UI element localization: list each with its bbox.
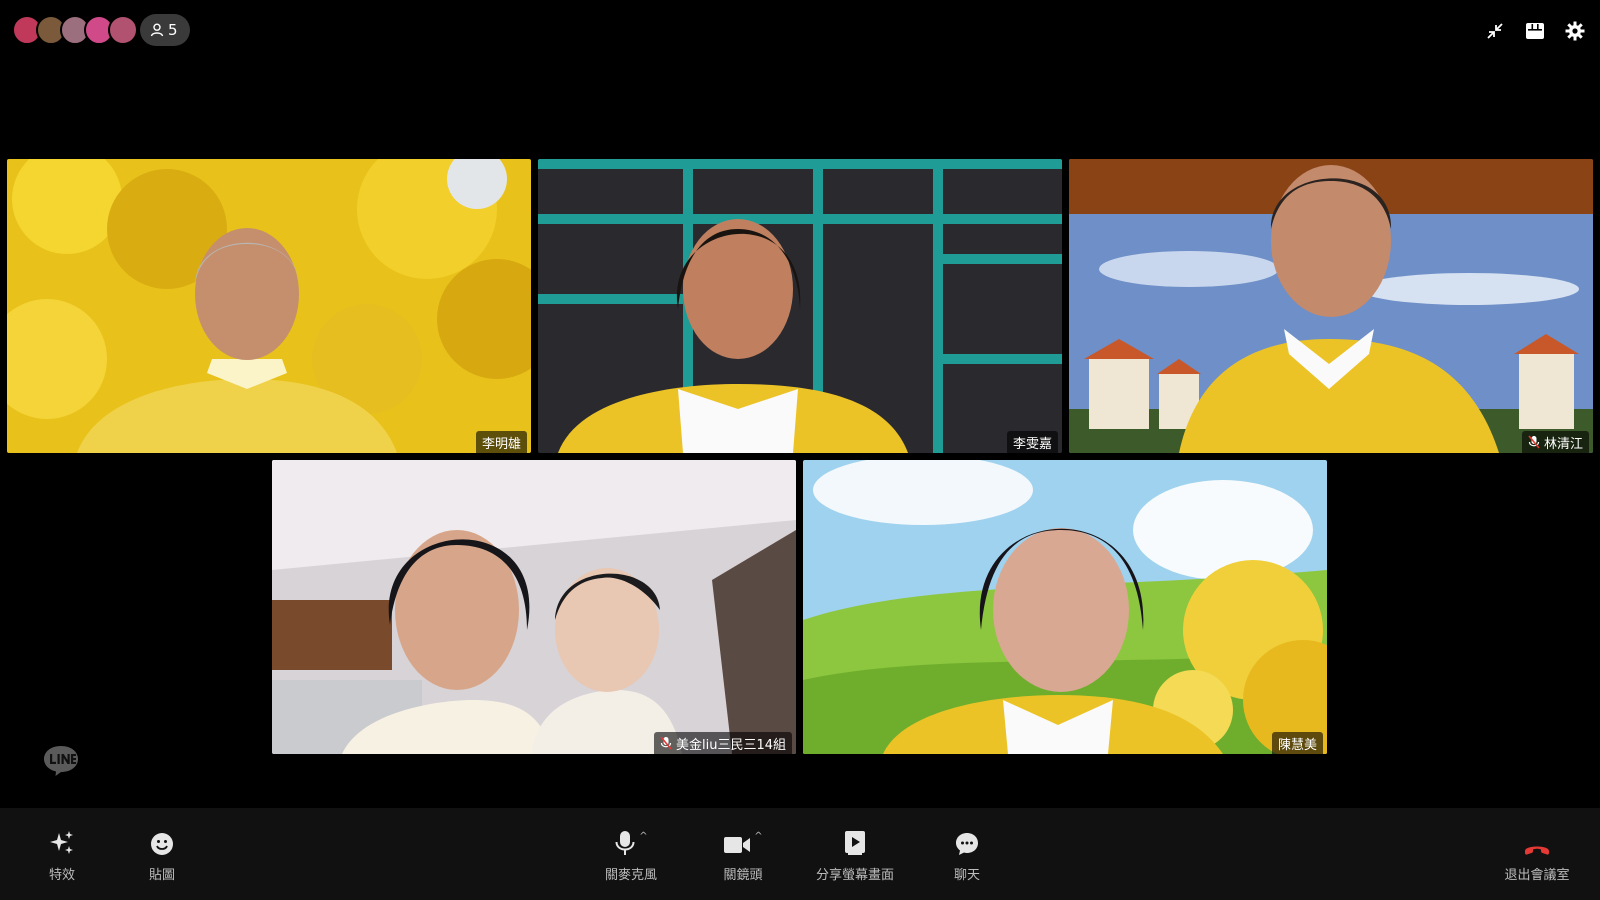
grid-layout-icon (1526, 23, 1544, 39)
meeting-toolbar: 特效 貼圖 ^ 關麥克風 ^ 關鏡頭 分享螢幕畫面 聊天 退出會議室 (0, 808, 1600, 900)
participant-video (7, 159, 531, 453)
participant-name-tag: 李雯嘉 (1006, 431, 1058, 453)
participant-video (803, 460, 1327, 754)
smiley-icon (151, 833, 173, 855)
participant-name-tag: 陳慧美 (1271, 732, 1323, 754)
collapse-icon (1487, 23, 1503, 39)
stickers-button[interactable]: 貼圖 (112, 828, 212, 883)
participant-avatars[interactable]: 5 (12, 14, 190, 46)
person-icon (150, 23, 164, 37)
camera-toggle-button[interactable]: ^ 關鏡頭 (693, 828, 793, 884)
participant-count-button[interactable]: 5 (140, 14, 190, 46)
chevron-up-icon[interactable]: ^ (639, 832, 647, 842)
avatar (108, 15, 138, 45)
share-screen-button[interactable]: 分享螢幕畫面 (805, 828, 905, 883)
share-screen-icon (845, 831, 865, 855)
participant-video (272, 460, 796, 754)
line-logo-icon (44, 746, 78, 776)
layout-button[interactable] (1524, 20, 1546, 42)
video-tile-2[interactable]: 李雯嘉 (538, 159, 1062, 453)
minimize-button[interactable] (1484, 20, 1506, 42)
microphone-icon (615, 831, 635, 855)
leave-meeting-button[interactable]: 退出會議室 (1487, 828, 1587, 883)
mic-off-icon (660, 736, 672, 750)
video-tile-3[interactable]: 林清江 (1069, 159, 1593, 453)
video-tile-4[interactable]: 美金liu三民三14組 (272, 460, 796, 754)
chat-button[interactable]: 聊天 (917, 828, 1017, 883)
chevron-up-icon[interactable]: ^ (754, 832, 762, 842)
participant-count: 5 (168, 21, 178, 39)
participant-video (1069, 159, 1593, 453)
mic-toggle-button[interactable]: ^ 關麥克風 (581, 828, 681, 883)
participant-name-tag: 美金liu三民三14組 (653, 732, 792, 754)
participant-name-tag: 李明雄 (475, 431, 527, 453)
top-controls (1484, 20, 1586, 42)
chat-bubble-icon (956, 833, 978, 855)
settings-button[interactable] (1564, 20, 1586, 42)
hang-up-icon (1525, 846, 1549, 855)
gear-icon (1565, 21, 1585, 41)
video-tile-1[interactable]: 李明雄 (7, 159, 531, 453)
sparkle-icon (50, 831, 73, 854)
video-tile-5[interactable]: 陳慧美 (803, 460, 1327, 754)
participant-name-tag: 林清江 (1521, 431, 1589, 453)
video-camera-icon (724, 837, 751, 853)
participant-video (538, 159, 1062, 453)
effects-button[interactable]: 特效 (12, 828, 112, 883)
mic-off-icon (1528, 435, 1540, 449)
